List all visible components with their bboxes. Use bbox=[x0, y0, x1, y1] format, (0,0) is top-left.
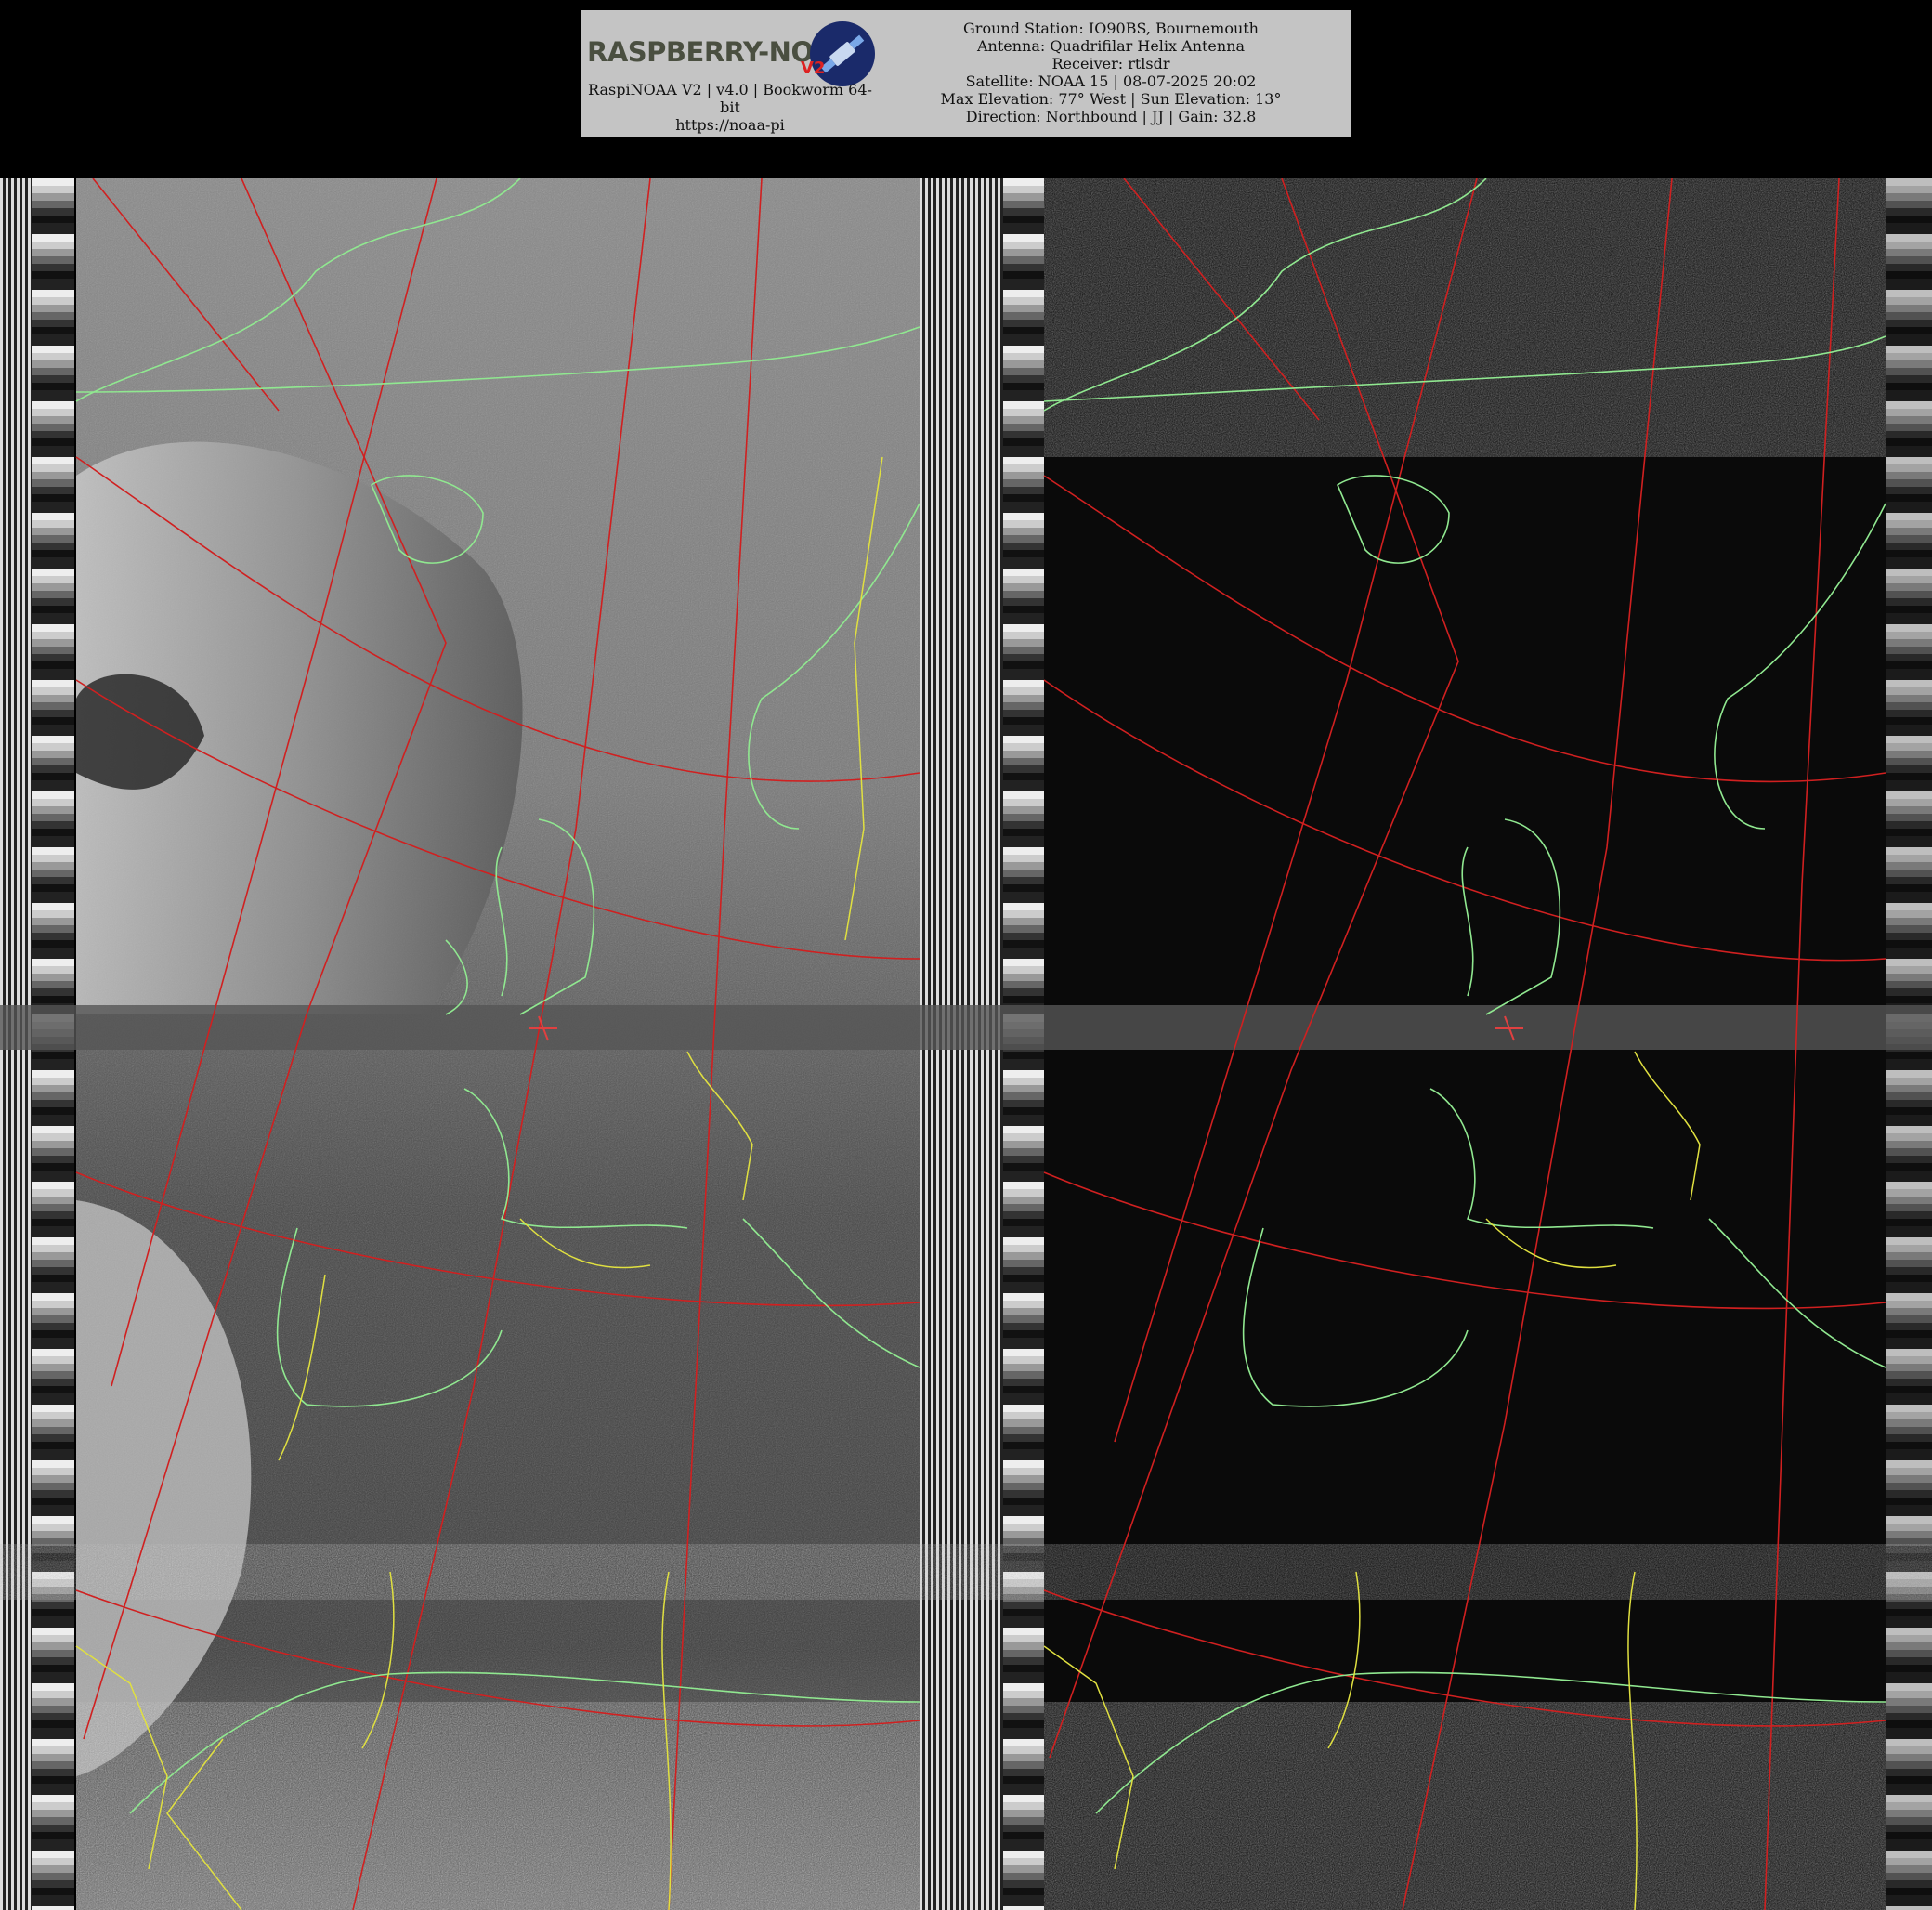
software-line: RaspiNOAA V2 | v4.0 | Bookworm 64-bit bbox=[588, 81, 872, 116]
pass-info-header: RASPBERRY-NOAA V2 RaspiNOAA V2 | v4.0 | … bbox=[581, 10, 1351, 137]
satellite: Satellite: NOAA 15 | 08-07-2025 20:02 bbox=[965, 72, 1257, 90]
noise-band bbox=[0, 1544, 1932, 1600]
antenna: Antenna: Quadrifilar Helix Antenna bbox=[976, 37, 1246, 55]
elevation: Max Elevation: 77° West | Sun Elevation:… bbox=[940, 90, 1282, 108]
logo-version: V2 bbox=[801, 59, 826, 78]
raspberry-noaa-logo: RASPBERRY-NOAA V2 bbox=[585, 14, 882, 88]
station-url: https://noaa-pi bbox=[675, 116, 785, 134]
signal-gap-band bbox=[0, 1005, 1932, 1050]
receiver: Receiver: rtlsdr bbox=[1051, 55, 1170, 72]
pass-details: Ground Station: IO90BS, Bournemouth Ante… bbox=[897, 20, 1325, 125]
software-caption: RaspiNOAA V2 | v4.0 | Bookworm 64-bit ht… bbox=[581, 81, 879, 134]
direction: Direction: Northbound | JJ | Gain: 32.8 bbox=[965, 108, 1257, 125]
ground-station: Ground Station: IO90BS, Bournemouth bbox=[963, 20, 1259, 37]
apt-image bbox=[0, 178, 1932, 1910]
